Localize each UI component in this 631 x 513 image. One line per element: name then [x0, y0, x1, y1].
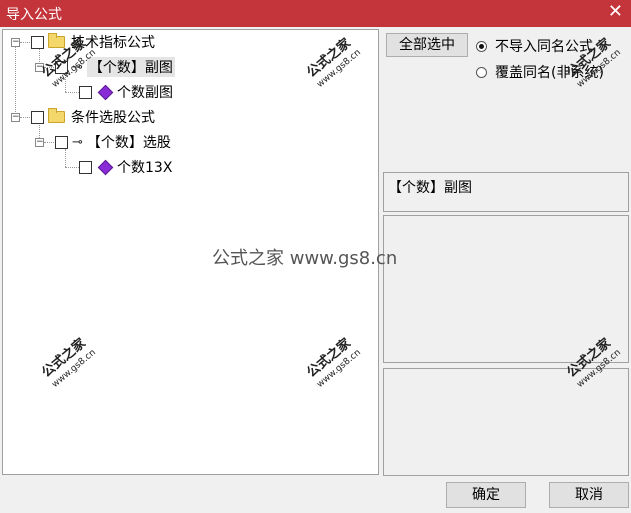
node-checkbox[interactable]: [31, 110, 44, 124]
tree-node-leaf[interactable]: 个数13X: [79, 157, 172, 177]
tree-node-leaf[interactable]: 个数副图: [79, 82, 173, 102]
node-label: 【个数】副图: [86, 57, 175, 77]
cancel-button[interactable]: 取消: [549, 482, 629, 508]
formula-name: 【个数】副图: [388, 180, 472, 196]
radio-label: 不导入同名公式: [495, 39, 593, 55]
expand-toggle-icon[interactable]: −: [35, 138, 44, 147]
node-label: 【个数】选股: [86, 135, 171, 151]
key-icon: ⊸: [72, 134, 83, 150]
node-checkbox[interactable]: [79, 85, 92, 99]
close-icon[interactable]: ✕: [608, 2, 623, 22]
title-bar: 导入公式 ✕: [0, 0, 631, 27]
folder-icon: [48, 33, 65, 48]
tree-node-formula[interactable]: ⊸ 【个数】选股: [55, 132, 171, 152]
window-title: 导入公式: [6, 7, 62, 23]
node-label: 个数副图: [117, 85, 173, 101]
radio-selected-icon: [476, 40, 487, 52]
select-all-button[interactable]: 全部选中: [386, 33, 468, 57]
gem-icon: [97, 84, 114, 100]
ok-button[interactable]: 确定: [446, 482, 526, 508]
tree-node-screening[interactable]: 条件选股公式: [31, 107, 155, 127]
formula-description-panel: [383, 215, 629, 363]
folder-icon: [48, 108, 65, 123]
radio-unselected-icon: [476, 66, 487, 78]
expand-toggle-icon[interactable]: −: [11, 113, 20, 122]
gem-icon: [97, 159, 114, 175]
formula-name-panel: 【个数】副图: [383, 172, 629, 212]
radio-skip-duplicates[interactable]: 不导入同名公式: [476, 36, 593, 56]
node-label: 个数13X: [117, 160, 173, 176]
expand-toggle-icon[interactable]: −: [11, 38, 20, 47]
node-checkbox[interactable]: [79, 160, 92, 174]
node-label: 条件选股公式: [71, 110, 155, 126]
watermark-center: 公式之家 www.gs8.cn: [212, 248, 398, 269]
node-checkbox[interactable]: [55, 135, 68, 149]
node-checkbox[interactable]: [31, 35, 44, 49]
formula-params-panel: [383, 368, 629, 476]
